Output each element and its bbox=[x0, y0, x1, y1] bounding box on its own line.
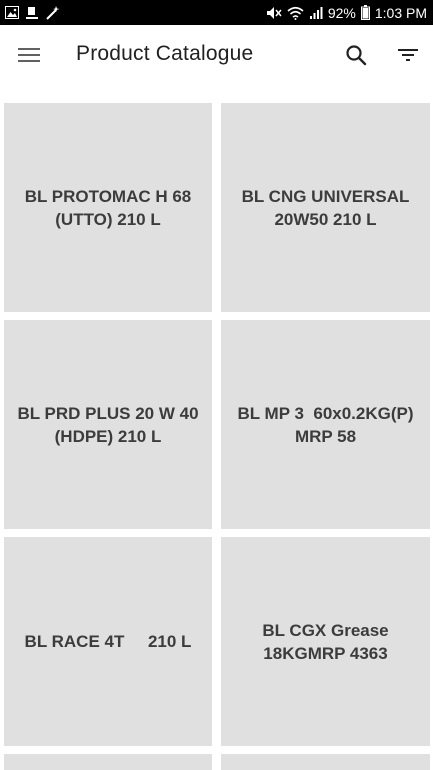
battery-icon bbox=[360, 5, 370, 20]
product-name: BL RACE 4T 210 L bbox=[24, 632, 192, 651]
app-bar: Product Catalogue bbox=[0, 25, 433, 85]
hamburger-menu-icon bbox=[18, 48, 40, 62]
product-name: BL PROTOMAC H 68 (UTTO) 210 L bbox=[24, 186, 197, 229]
product-card[interactable]: BL PRD PLUS 20 W 40 (HDPE) 210 L bbox=[4, 320, 212, 529]
magic-wand-notification-icon bbox=[45, 5, 61, 20]
search-icon bbox=[346, 45, 367, 66]
product-card[interactable]: BL PROTOMAC H 68 (UTTO) 210 L bbox=[4, 103, 212, 312]
search-button[interactable] bbox=[342, 41, 370, 69]
clock: 1:03 PM bbox=[374, 4, 427, 21]
mute-icon bbox=[266, 6, 282, 20]
status-left bbox=[5, 5, 61, 20]
product-name: BL MP 3 60x0.2KG(P) MRP 58 bbox=[237, 403, 419, 446]
product-card[interactable]: BL RACE 4T 210 L bbox=[4, 537, 212, 746]
signal-icon bbox=[309, 6, 323, 20]
battery-percent: 92% bbox=[327, 4, 356, 21]
download-notification-icon bbox=[25, 6, 39, 20]
status-right: 92% 1:03 PM bbox=[266, 5, 427, 21]
filter-button[interactable] bbox=[394, 41, 422, 69]
page-title: Product Catalogue bbox=[76, 42, 254, 65]
filter-icon bbox=[398, 49, 418, 61]
product-name: BL CNG UNIVERSAL 20W50 210 L bbox=[241, 186, 415, 229]
product-card[interactable]: BL CNG UNIVERSAL 20W50 210 L bbox=[221, 103, 430, 312]
product-card-partial[interactable] bbox=[4, 754, 212, 770]
product-card-partial[interactable] bbox=[221, 754, 430, 770]
gallery-notification-icon bbox=[5, 6, 19, 19]
product-grid: BL PROTOMAC H 68 (UTTO) 210 L BL CNG UNI… bbox=[4, 103, 430, 770]
menu-button[interactable] bbox=[14, 41, 44, 69]
wifi-icon bbox=[287, 6, 304, 20]
product-name: BL CGX Grease 18KGMRP 4363 bbox=[262, 620, 394, 663]
status-bar: 92% 1:03 PM bbox=[0, 0, 433, 25]
product-name: BL PRD PLUS 20 W 40 (HDPE) 210 L bbox=[17, 403, 204, 446]
product-card[interactable]: BL MP 3 60x0.2KG(P) MRP 58 bbox=[221, 320, 430, 529]
product-card[interactable]: BL CGX Grease 18KGMRP 4363 bbox=[221, 537, 430, 746]
